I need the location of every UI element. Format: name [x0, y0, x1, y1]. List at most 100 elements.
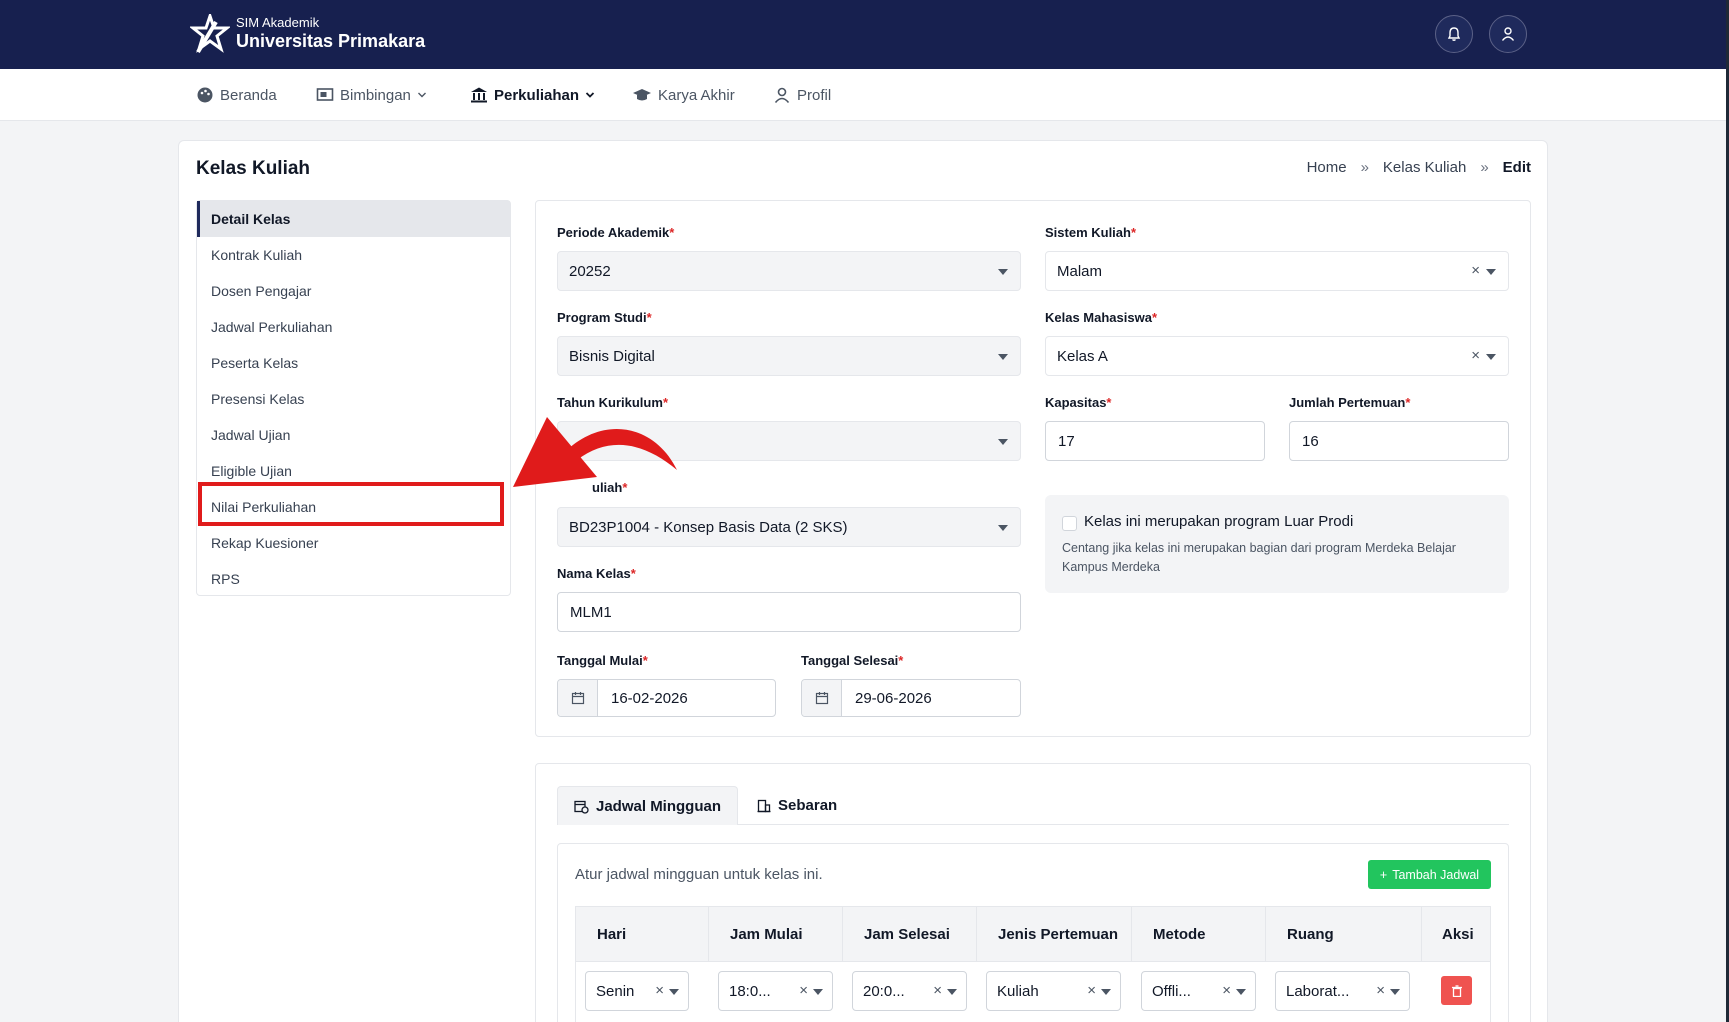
column-header: Metode [1132, 907, 1266, 961]
sistem-label: Sistem Kuliah* [1045, 225, 1137, 240]
tab-label: Jadwal Mingguan [596, 797, 722, 815]
nav-label-karya-akhir: Karya Akhir [658, 86, 735, 104]
caret-down-icon [947, 989, 957, 995]
metode-select[interactable]: Offli... × [1141, 971, 1256, 1011]
page-title: Kelas Kuliah [196, 158, 311, 179]
column-header: Jam Mulai [709, 907, 843, 961]
sistem-select[interactable]: Malam × [1045, 251, 1509, 291]
column-header: Jam Selesai [843, 907, 977, 961]
nav-bimbingan[interactable]: Bimbingan [316, 83, 427, 107]
bell-icon [1447, 27, 1461, 41]
nav-karya-akhir[interactable]: Karya Akhir [632, 83, 735, 107]
clear-icon[interactable]: × [933, 982, 942, 999]
side-item-rekap-kuesioner[interactable]: Rekap Kuesioner [197, 525, 510, 561]
jam-mulai-select[interactable]: 18:0... × [718, 971, 833, 1011]
kelas-mahasiswa-label: Kelas Mahasiswa* [1045, 310, 1158, 325]
nav-profil[interactable]: Profil [773, 83, 831, 107]
user-icon [774, 87, 790, 104]
clear-icon[interactable]: × [1222, 982, 1231, 999]
hari-select[interactable]: Senin × [585, 971, 689, 1011]
primakara-logo-icon [190, 14, 230, 54]
table-row: Senin × 18:0... × 20:0... × Kuliah × Off… [575, 962, 1491, 1022]
calendar-clock-icon [574, 800, 589, 814]
breadcrumb-home[interactable]: Home [1307, 159, 1347, 176]
prodi-label: Program Studi* [557, 310, 652, 325]
notifications-button[interactable] [1435, 15, 1473, 53]
brand-title: Universitas Primakara [236, 31, 426, 51]
side-item-peserta-kelas[interactable]: Peserta Kelas [197, 345, 510, 381]
side-item-presensi-kelas[interactable]: Presensi Kelas [197, 381, 510, 417]
tanggal-selesai-field[interactable]: 29-06-2026 [801, 679, 1021, 717]
luar-prodi-description: Centang jika kelas ini merupakan bagian … [1062, 541, 1456, 574]
clear-icon[interactable]: × [1376, 982, 1385, 999]
kapasitas-input[interactable]: 17 [1045, 421, 1265, 461]
periode-label: Periode Akademik* [557, 225, 675, 240]
presentation-icon [316, 88, 334, 101]
breadcrumb-separator: » [1360, 159, 1369, 176]
clear-icon[interactable]: × [1471, 262, 1480, 279]
side-item-rps[interactable]: RPS [197, 561, 510, 597]
tanggal-mulai-value: 16-02-2026 [611, 689, 688, 707]
ruang-select[interactable]: Laborat... × [1275, 971, 1410, 1011]
nav-beranda[interactable]: Beranda [196, 83, 277, 107]
tab-sebaran[interactable]: Sebaran [741, 786, 853, 825]
jenis-pertemuan-value: Kuliah [997, 982, 1039, 1000]
tab-jadwal-mingguan[interactable]: Jadwal Mingguan [557, 786, 739, 825]
class-side-menu: Detail Kelas Kontrak Kuliah Dosen Pengaj… [196, 200, 511, 596]
kelas-mahasiswa-select[interactable]: Kelas A × [1045, 336, 1509, 376]
delete-row-button[interactable] [1441, 976, 1472, 1005]
brand-subtitle: SIM Akademik [236, 15, 320, 30]
luar-prodi-checkbox[interactable] [1062, 516, 1077, 531]
nav-label-beranda: Beranda [220, 86, 277, 104]
pertemuan-input[interactable]: 16 [1289, 421, 1509, 461]
add-schedule-button[interactable]: + Tambah Jadwal [1368, 860, 1491, 889]
clear-icon[interactable]: × [655, 982, 664, 999]
caret-down-icon [1486, 354, 1496, 360]
breadcrumb-section[interactable]: Kelas Kuliah [1383, 159, 1466, 176]
caret-down-icon [1486, 269, 1496, 275]
clear-icon[interactable]: × [1471, 347, 1480, 364]
column-header: Hari [576, 907, 709, 961]
clear-icon[interactable]: × [799, 982, 808, 999]
side-item-detail-kelas[interactable]: Detail Kelas [197, 201, 510, 237]
top-bar: SIM Akademik Universitas Primakara [0, 0, 1729, 69]
institution-icon [471, 87, 487, 103]
luar-prodi-box: Kelas ini merupakan program Luar Prodi C… [1045, 495, 1509, 593]
clear-icon[interactable]: × [1087, 982, 1096, 999]
annotation-arrow-icon [513, 417, 677, 487]
caret-down-icon [998, 439, 1008, 445]
account-button[interactable] [1489, 15, 1527, 53]
user-icon [1501, 27, 1515, 41]
nama-kelas-input[interactable]: MLM1 [557, 592, 1021, 632]
chevron-down-icon [417, 92, 426, 98]
add-schedule-label: Tambah Jadwal [1392, 867, 1480, 882]
side-item-jadwal-ujian[interactable]: Jadwal Ujian [197, 417, 510, 453]
side-item-jadwal-perkuliahan[interactable]: Jadwal Perkuliahan [197, 309, 510, 345]
breadcrumb-current: Edit [1502, 159, 1531, 176]
prodi-select[interactable]: Bisnis Digital [557, 336, 1021, 376]
caret-down-icon [669, 989, 679, 995]
palette-icon [197, 87, 213, 103]
caret-down-icon [998, 354, 1008, 360]
side-item-dosen-pengajar[interactable]: Dosen Pengajar [197, 273, 510, 309]
jam-selesai-value: 20:0... [863, 982, 905, 1000]
luar-prodi-title[interactable]: Kelas ini merupakan program Luar Prodi [1084, 513, 1353, 530]
caret-down-icon [1101, 989, 1111, 995]
periode-select[interactable]: 20252 [557, 251, 1021, 291]
calendar-icon [558, 680, 598, 716]
graduation-cap-icon [633, 89, 651, 101]
nav-label-perkuliahan: Perkuliahan [494, 86, 580, 104]
main-nav: Beranda Bimbingan Perkuliahan Karya Akhi… [0, 69, 1729, 121]
schedule-description: Atur jadwal mingguan untuk kelas ini. [575, 866, 823, 883]
plus-icon: + [1379, 867, 1388, 882]
jam-selesai-select[interactable]: 20:0... × [852, 971, 967, 1011]
jenis-pertemuan-select[interactable]: Kuliah × [986, 971, 1121, 1011]
nama-kelas-label: Nama Kelas* [557, 566, 636, 581]
nav-label-bimbingan: Bimbingan [340, 86, 411, 104]
side-item-kontrak-kuliah[interactable]: Kontrak Kuliah [197, 237, 510, 273]
breadcrumb: Home » Kelas Kuliah » Edit [1307, 159, 1531, 176]
nav-perkuliahan[interactable]: Perkuliahan [470, 83, 595, 107]
building-icon [757, 799, 771, 812]
trash-icon [1451, 984, 1462, 997]
tanggal-mulai-field[interactable]: 16-02-2026 [557, 679, 776, 717]
